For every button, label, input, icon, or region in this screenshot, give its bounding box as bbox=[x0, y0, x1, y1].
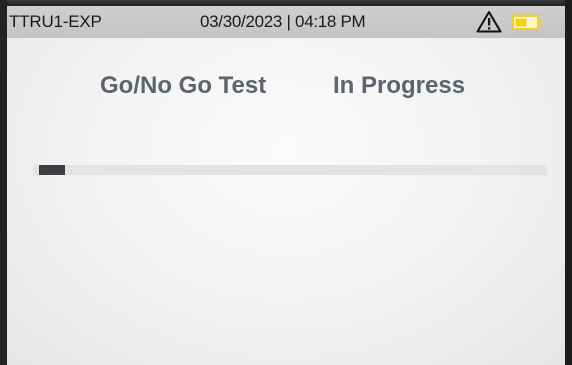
device-name: TTRU1-EXP bbox=[9, 12, 102, 31]
progress-bar-fill bbox=[39, 165, 65, 175]
device-bezel-right bbox=[565, 0, 572, 365]
battery-icon bbox=[512, 15, 542, 30]
device-screen: TTRU1-EXP 03/30/2023 | 04:18 PM Go/No Go… bbox=[7, 6, 565, 365]
progress-bar bbox=[33, 165, 547, 175]
device-bezel-left bbox=[0, 0, 7, 365]
status-bar: TTRU1-EXP 03/30/2023 | 04:18 PM bbox=[7, 6, 565, 38]
warning-icon[interactable] bbox=[476, 10, 502, 33]
test-status: In Progress bbox=[333, 72, 466, 99]
warning-triangle-svg bbox=[476, 11, 502, 33]
battery-svg bbox=[512, 15, 541, 30]
datetime-display: 03/30/2023 | 04:18 PM bbox=[200, 12, 366, 31]
test-name: Go/No Go Test bbox=[100, 72, 267, 99]
